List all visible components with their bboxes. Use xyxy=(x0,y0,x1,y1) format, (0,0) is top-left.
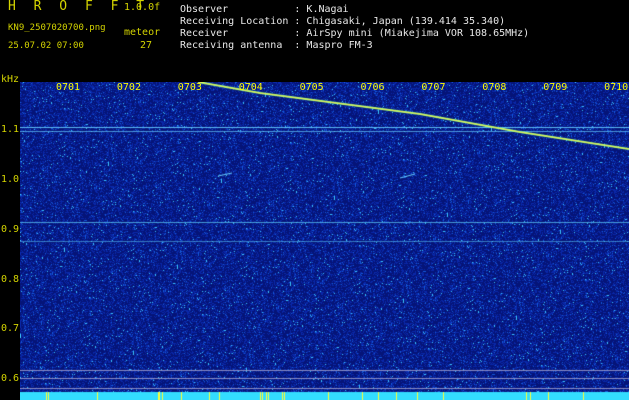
y-axis-label: 0.6 xyxy=(1,373,20,384)
datetime-label: 25.07.02 07:00 xyxy=(8,41,84,51)
y-axis-label: 1.1 xyxy=(1,124,20,135)
x-axis-label: 0705 xyxy=(299,82,324,93)
y-axis-label: 0.9 xyxy=(1,224,20,235)
x-axis-label: 0704 xyxy=(238,82,263,93)
x-axis-label: 0709 xyxy=(543,82,568,93)
receiver-info: Receiver : AirSpy mini (Miakejima VOR 10… xyxy=(180,28,530,39)
y-axis-unit: kHz xyxy=(1,74,20,85)
y-axis-label: 1.0 xyxy=(1,174,20,185)
location-info: Receiving Location : Chigasaki, Japan (1… xyxy=(180,16,506,27)
x-axis-label: 0707 xyxy=(421,82,446,93)
filename-label: KN9_2507020700.png xyxy=(8,23,106,33)
x-axis-label: 0710 xyxy=(604,82,629,93)
x-axis-label: 0708 xyxy=(482,82,507,93)
antenna-info: Receiving antenna : Maspro FM-3 xyxy=(180,40,373,51)
x-axis-label: 0701 xyxy=(56,82,81,93)
meteor-count: 27 xyxy=(140,40,153,51)
y-axis-label: 0.8 xyxy=(1,274,20,285)
spectrogram xyxy=(20,82,629,400)
x-axis-label: 0702 xyxy=(116,82,141,93)
y-axis-label: 0.7 xyxy=(1,323,20,334)
version-label: 1.0.0f xyxy=(124,2,161,13)
x-axis-label: 0703 xyxy=(177,82,202,93)
header-panel: H R O F F T 1.0.0f KN9_2507020700.png 25… xyxy=(0,0,629,72)
meteor-label: meteor xyxy=(124,27,161,38)
observer-info: Observer : K.Nagai xyxy=(180,4,349,15)
x-axis-label: 0706 xyxy=(360,82,385,93)
